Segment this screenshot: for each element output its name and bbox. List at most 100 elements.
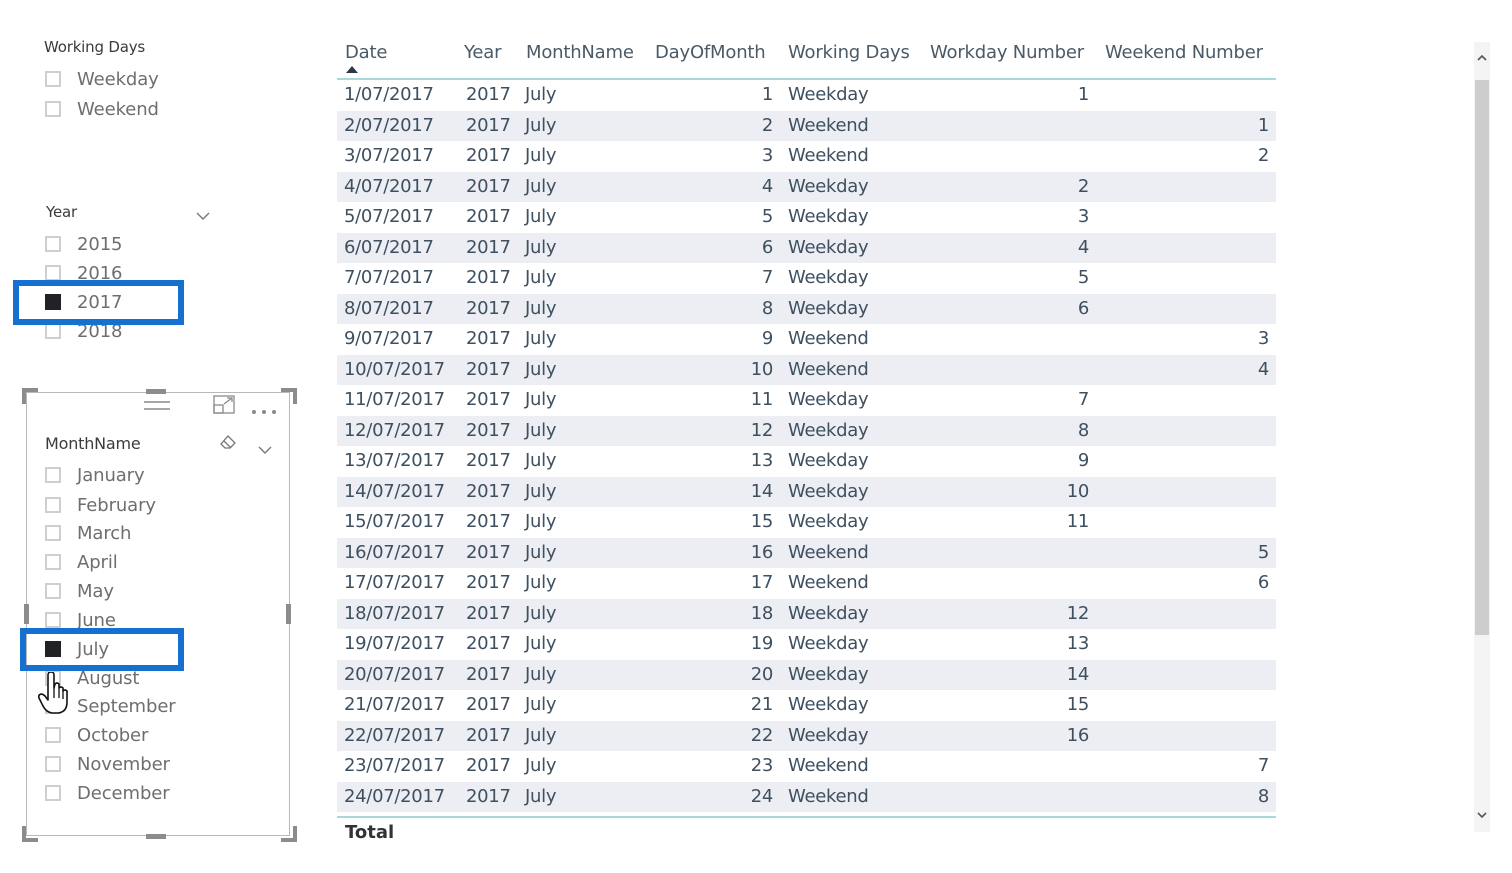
checkbox[interactable] (45, 71, 61, 87)
table-row[interactable]: 10/07/2017 2017 July 10 Weekend 4 (337, 354, 1276, 385)
checkbox[interactable] (45, 236, 61, 252)
table-row[interactable]: 5/07/2017 2017 July 5 Weekday 3 (337, 202, 1276, 233)
table-row[interactable]: 16/07/2017 2017 July 16 Weekend 5 (337, 537, 1276, 568)
checkbox-checked[interactable] (45, 641, 61, 657)
resize-handle[interactable] (281, 388, 297, 404)
focus-mode-icon[interactable] (213, 395, 235, 418)
table-row[interactable]: 21/07/2017 2017 July 21 Weekday 15 (337, 690, 1276, 721)
more-options-icon[interactable] (251, 400, 279, 419)
slicer-item-january[interactable]: January (45, 462, 145, 488)
table-row[interactable]: 14/07/2017 2017 July 14 Weekday 10 (337, 476, 1276, 507)
cell-monthname: July (525, 480, 557, 502)
table-row[interactable]: 23/07/2017 2017 July 23 Weekend 7 (337, 751, 1276, 782)
resize-handle[interactable] (146, 389, 166, 394)
checkbox-checked[interactable] (45, 294, 61, 310)
resize-handle[interactable] (22, 826, 38, 842)
cell-working-days: Weekday (788, 175, 869, 197)
table-row[interactable]: 11/07/2017 2017 July 11 Weekday 7 (337, 385, 1276, 416)
slicer-item-october[interactable]: October (45, 722, 148, 748)
resize-handle[interactable] (281, 826, 297, 842)
resize-handle[interactable] (24, 604, 29, 624)
cell-date: 2/07/2017 (344, 114, 434, 136)
slicer-item-label: 2018 (77, 320, 123, 342)
table-row[interactable]: 13/07/2017 2017 July 13 Weekday 9 (337, 446, 1276, 477)
column-header-year[interactable]: Year (464, 42, 502, 63)
slicer-item-december[interactable]: December (45, 780, 170, 806)
slicer-item-2016[interactable]: 2016 (45, 260, 123, 286)
checkbox[interactable] (45, 323, 61, 339)
resize-handle[interactable] (286, 604, 291, 624)
resize-handle[interactable] (22, 388, 38, 404)
cell-monthname: July (525, 785, 557, 807)
table-row[interactable]: 6/07/2017 2017 July 6 Weekday 4 (337, 232, 1276, 263)
checkbox[interactable] (45, 101, 61, 117)
cell-dayofmonth: 18 (750, 602, 774, 624)
slicer-item-february[interactable]: February (45, 492, 156, 518)
drag-handle-icon[interactable] (144, 397, 170, 416)
cell-year: 2017 (466, 389, 511, 410)
slicer-item-july[interactable]: July (45, 636, 109, 662)
slicer-item-2017[interactable]: 2017 (45, 289, 123, 315)
cell-date: 5/07/2017 (344, 206, 434, 227)
scrollbar-thumb[interactable] (1475, 80, 1489, 635)
cell-workday-number: 7 (1077, 389, 1089, 410)
cell-dayofmonth: 5 (761, 206, 773, 227)
slicer-item-june[interactable]: June (45, 607, 116, 633)
table-row[interactable]: 12/07/2017 2017 July 12 Weekday 8 (337, 415, 1276, 446)
cell-working-days: Weekday (788, 511, 869, 532)
checkbox[interactable] (45, 785, 61, 801)
cell-working-days: Weekday (788, 450, 869, 471)
cell-dayofmonth: 4 (761, 175, 773, 197)
chevron-down-icon[interactable] (196, 206, 210, 225)
table-row[interactable]: 9/07/2017 2017 July 9 Weekend 3 (337, 324, 1276, 355)
table-row[interactable]: 18/07/2017 2017 July 18 Weekday 12 (337, 598, 1276, 629)
table-row[interactable]: 19/07/2017 2017 July 19 Weekday 13 (337, 629, 1276, 660)
cell-date: 24/07/2017 (344, 785, 445, 807)
checkbox[interactable] (45, 265, 61, 281)
table-row[interactable]: 7/07/2017 2017 July 7 Weekday 5 (337, 263, 1276, 294)
checkbox[interactable] (45, 727, 61, 743)
checkbox[interactable] (45, 554, 61, 570)
slicer-item-march[interactable]: March (45, 520, 131, 546)
scroll-down-icon[interactable] (1474, 808, 1490, 822)
checkbox[interactable] (45, 467, 61, 483)
column-header-working-days[interactable]: Working Days (788, 42, 910, 63)
slicer-item-may[interactable]: May (45, 578, 114, 604)
checkbox[interactable] (45, 756, 61, 772)
table-row[interactable]: 22/07/2017 2017 July 22 Weekday 16 (337, 720, 1276, 751)
table-row[interactable]: 17/07/2017 2017 July 17 Weekend 6 (337, 568, 1276, 599)
cell-date: 13/07/2017 (344, 450, 445, 471)
slicer-item-november[interactable]: November (45, 751, 170, 777)
table-row[interactable]: 15/07/2017 2017 July 15 Weekday 11 (337, 507, 1276, 538)
slicer-item-weekend[interactable]: Weekend (45, 96, 159, 122)
chevron-down-icon[interactable] (258, 440, 272, 459)
resize-handle[interactable] (146, 834, 166, 839)
column-header-weekend-number[interactable]: Weekend Number (1105, 42, 1263, 63)
slicer-item-2018[interactable]: 2018 (45, 318, 123, 344)
table-row[interactable]: 4/07/2017 2017 July 4 Weekday 2 (337, 171, 1276, 202)
eraser-icon[interactable] (219, 435, 237, 455)
slicer-item-2015[interactable]: 2015 (45, 231, 123, 257)
slicer-item-april[interactable]: April (45, 549, 118, 575)
column-header-date[interactable]: Date (345, 42, 387, 63)
checkbox[interactable] (45, 612, 61, 628)
cell-weekend-number: 1 (1257, 114, 1269, 136)
checkbox[interactable] (45, 583, 61, 599)
cell-date: 23/07/2017 (344, 755, 445, 776)
column-header-workday-number[interactable]: Workday Number (930, 42, 1084, 63)
table-row[interactable]: 1/07/2017 2017 July 1 Weekday 1 (337, 80, 1276, 111)
table-row[interactable]: 3/07/2017 2017 July 3 Weekend 2 (337, 141, 1276, 172)
scroll-up-icon[interactable] (1474, 50, 1490, 64)
checkbox[interactable] (45, 525, 61, 541)
column-header-dayofmonth[interactable]: DayOfMonth (655, 42, 766, 63)
table-row[interactable]: 2/07/2017 2017 July 2 Weekend 1 (337, 110, 1276, 141)
slicer-item-label: June (77, 609, 116, 631)
table-row[interactable]: 8/07/2017 2017 July 8 Weekday 6 (337, 293, 1276, 324)
table-row[interactable]: 20/07/2017 2017 July 20 Weekday 14 (337, 659, 1276, 690)
checkbox[interactable] (45, 497, 61, 513)
table-row[interactable]: 24/07/2017 2017 July 24 Weekend 8 (337, 781, 1276, 812)
slicer-item-label: September (77, 695, 176, 717)
slicer-item-label: Weekday (77, 68, 159, 90)
slicer-item-weekday[interactable]: Weekday (45, 66, 159, 92)
column-header-monthname[interactable]: MonthName (526, 42, 634, 63)
